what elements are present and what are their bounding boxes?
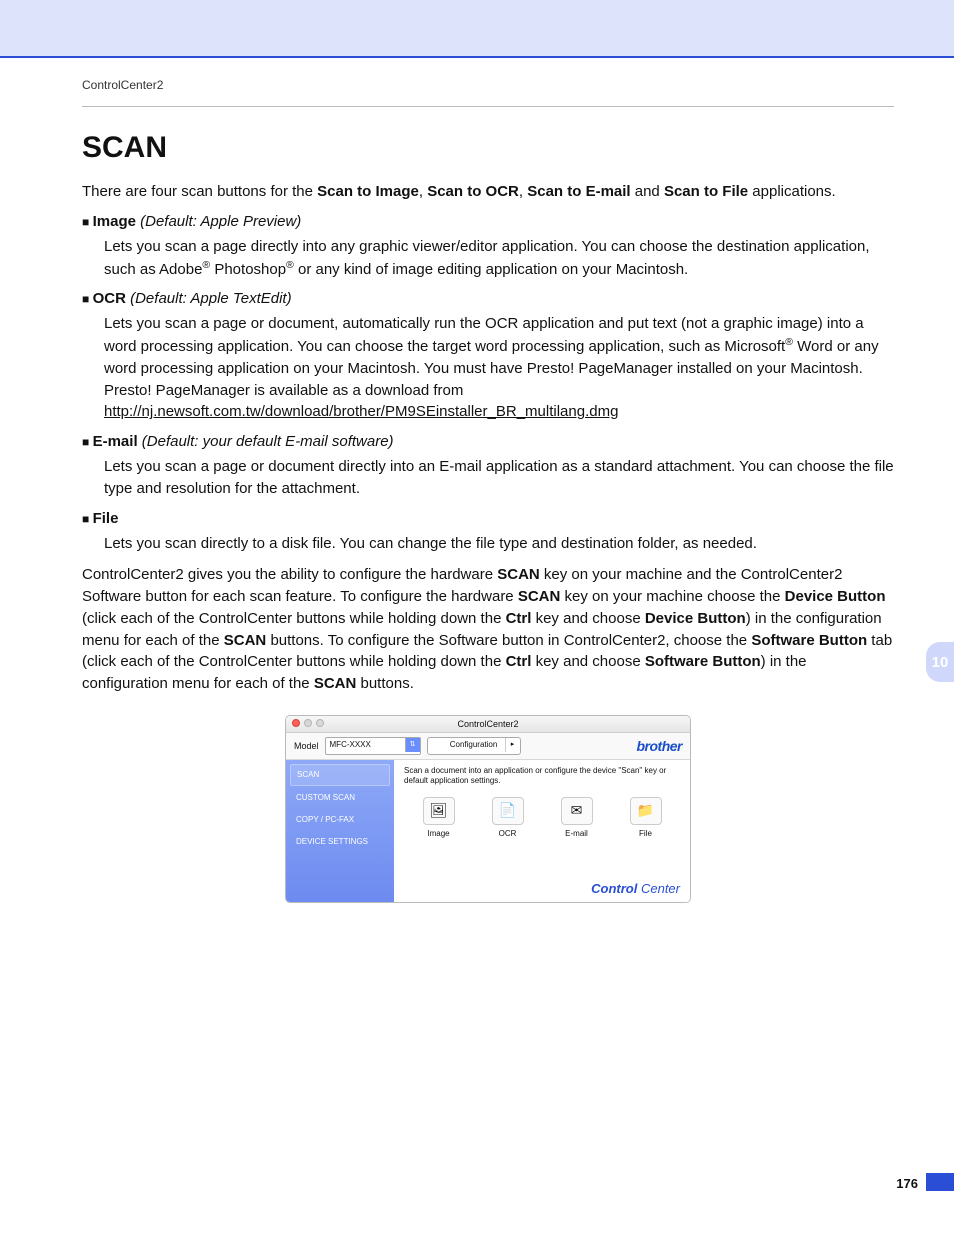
scan-file-button[interactable]: 📁 File — [617, 797, 675, 838]
picture-icon: 🖼 — [430, 802, 448, 819]
header-rule — [0, 56, 954, 58]
brother-logo: brother — [637, 738, 683, 754]
running-head: ControlCenter2 — [82, 78, 894, 92]
page-title: SCAN — [82, 131, 894, 165]
configuration-button[interactable]: Configuration ▸ — [427, 737, 521, 755]
page-number: 176 — [896, 1176, 918, 1191]
page-number-bar — [926, 1173, 954, 1191]
document-icon: 📄 — [499, 802, 516, 819]
list-item: File Lets you scan directly to a disk fi… — [82, 510, 894, 555]
window-titlebar: ControlCenter2 — [286, 716, 690, 733]
model-label: Model — [294, 741, 319, 751]
list-item: E-mail (Default: your default E-mail sof… — [82, 433, 894, 500]
screenshot-sidebar: SCAN CUSTOM SCAN COPY / PC-FAX DEVICE SE… — [286, 760, 394, 902]
close-icon[interactable] — [292, 719, 300, 727]
traffic-lights — [292, 719, 324, 727]
window-title: ControlCenter2 — [457, 719, 518, 729]
scan-ocr-button[interactable]: 📄 OCR — [479, 797, 537, 838]
config-paragraph: ControlCenter2 gives you the ability to … — [82, 564, 894, 695]
minimize-icon[interactable] — [304, 719, 312, 727]
screenshot-description: Scan a document into an application or c… — [404, 766, 680, 787]
folder-icon: 📁 — [637, 802, 654, 819]
sidebar-item-device-settings[interactable]: DEVICE SETTINGS — [290, 832, 390, 852]
list-item: OCR (Default: Apple TextEdit) Lets you s… — [82, 290, 894, 423]
divider — [82, 106, 894, 107]
feature-list: Image (Default: Apple Preview) Lets you … — [82, 213, 894, 555]
chapter-tab: 10 — [926, 642, 954, 682]
select-arrows-icon: ⇅ — [405, 738, 420, 752]
controlcenter-logo: Control Center — [591, 881, 680, 896]
envelope-icon: ✉ — [571, 802, 583, 819]
sidebar-item-scan[interactable]: SCAN — [290, 764, 390, 786]
sidebar-item-custom-scan[interactable]: CUSTOM SCAN — [290, 788, 390, 808]
scan-email-button[interactable]: ✉ E-mail — [548, 797, 606, 838]
model-select[interactable]: MFC-XXXX ⇅ — [325, 737, 421, 755]
list-item: Image (Default: Apple Preview) Lets you … — [82, 213, 894, 281]
app-screenshot: ControlCenter2 Model MFC-XXXX ⇅ Configur… — [285, 715, 691, 903]
sidebar-item-copy-pcfax[interactable]: COPY / PC-FAX — [290, 810, 390, 830]
scan-image-button[interactable]: 🖼 Image — [410, 797, 468, 838]
header-band — [0, 0, 954, 56]
intro-paragraph: There are four scan buttons for the Scan… — [82, 181, 894, 203]
zoom-icon[interactable] — [316, 719, 324, 727]
chevron-right-icon: ▸ — [505, 738, 520, 752]
